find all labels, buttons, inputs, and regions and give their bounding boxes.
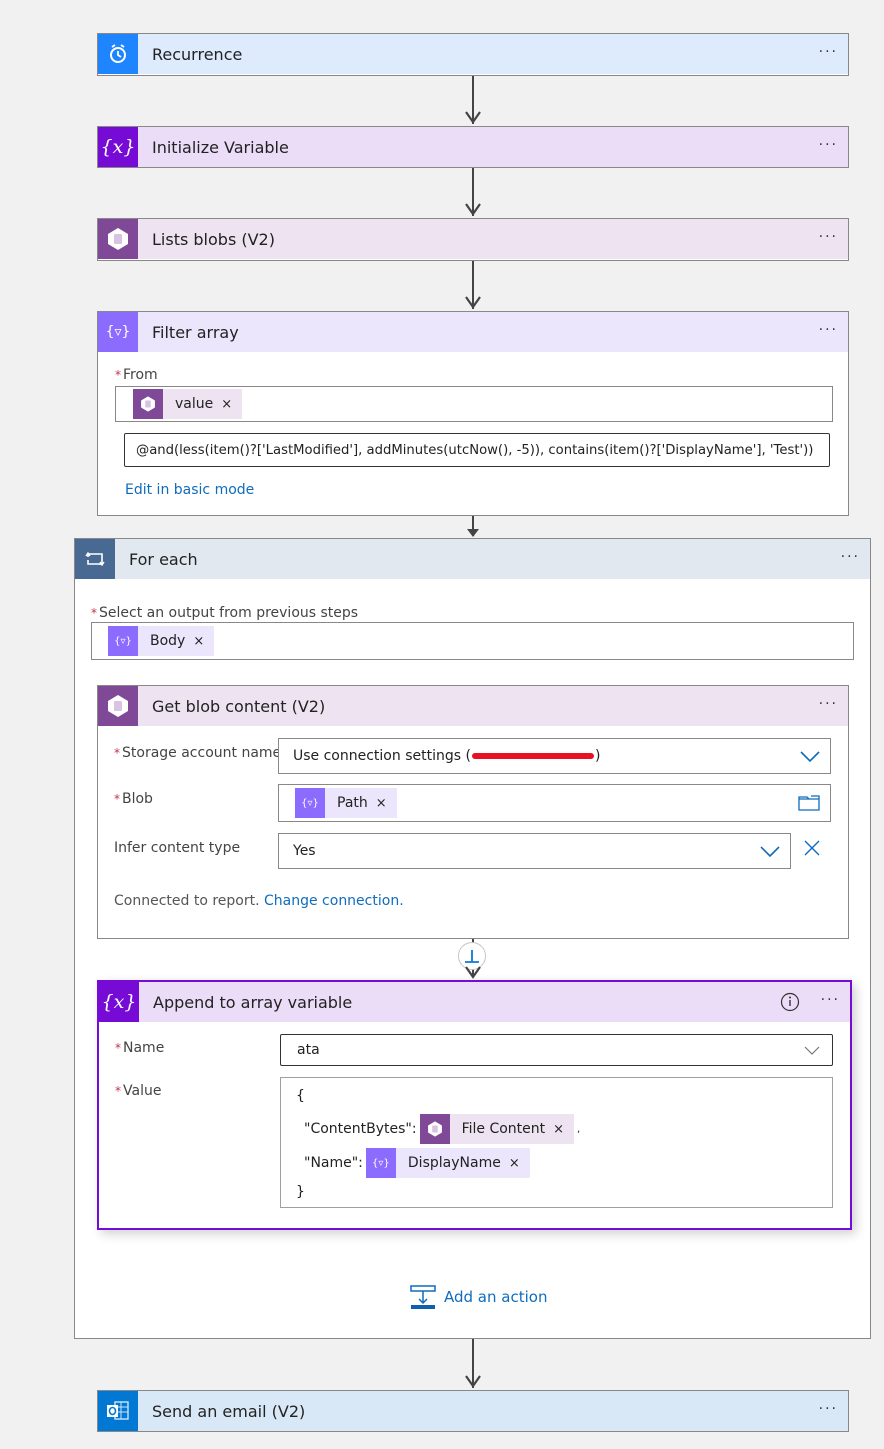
step-append-to-array-variable[interactable]: {x} Append to array variable ··· * Name a… xyxy=(97,980,852,1230)
blob-label: * Blob xyxy=(114,791,153,807)
outlook-icon xyxy=(98,1391,138,1431)
more-options-button[interactable]: ··· xyxy=(819,137,838,153)
more-options-button[interactable]: ··· xyxy=(819,44,838,60)
variable-icon: {x} xyxy=(98,127,138,167)
token-value[interactable]: value × xyxy=(133,389,243,419)
blob-storage-icon xyxy=(419,1114,450,1144)
connected-text: Connected to report. xyxy=(114,893,260,909)
infer-content-type-select[interactable]: Yes xyxy=(278,833,791,869)
name-label: * Name xyxy=(115,1040,165,1056)
add-action-icon xyxy=(410,1285,436,1309)
arrow-down-icon xyxy=(465,111,481,124)
blob-storage-icon xyxy=(98,219,138,259)
clear-icon[interactable] xyxy=(804,840,820,856)
blob-storage-icon xyxy=(133,389,163,419)
folder-icon[interactable] xyxy=(798,795,820,811)
chevron-down-icon[interactable] xyxy=(804,1046,820,1056)
blob-input[interactable]: {▿} Path × xyxy=(278,784,831,822)
loop-icon xyxy=(75,539,115,579)
arrow-down-icon xyxy=(467,529,479,537)
remove-token-button[interactable]: × xyxy=(553,1122,574,1137)
info-icon[interactable] xyxy=(780,992,800,1012)
select-output-input[interactable]: {▿} Body × xyxy=(91,622,854,660)
alarm-clock-icon xyxy=(98,34,138,74)
step-initialize-variable[interactable]: {x} Initialize Variable ··· xyxy=(97,126,849,168)
step-send-email[interactable]: Send an email (V2) ··· xyxy=(97,1390,849,1432)
remove-token-button[interactable]: × xyxy=(376,796,397,811)
change-connection-link[interactable]: Change connection. xyxy=(264,893,404,909)
select-output-label: * Select an output from previous steps xyxy=(91,605,359,621)
step-title: Recurrence xyxy=(152,44,243,64)
storage-account-label: * Storage account name xyxy=(114,745,282,761)
edit-in-basic-mode-link[interactable]: Edit in basic mode xyxy=(125,482,254,498)
token-display-name[interactable]: {▿} DisplayName × xyxy=(365,1148,530,1178)
value-input[interactable]: { "ContentBytes": File Content × , "Name… xyxy=(280,1077,833,1208)
remove-token-button[interactable]: × xyxy=(509,1156,530,1171)
step-recurrence[interactable]: Recurrence ··· xyxy=(97,33,849,76)
more-options-button[interactable]: ··· xyxy=(819,696,838,712)
from-input[interactable]: value × xyxy=(115,386,833,422)
step-filter-array[interactable]: {▿} Filter array ··· * From value × @and(… xyxy=(97,311,849,516)
name-line: "Name": {▿} DisplayName × xyxy=(296,1148,530,1178)
more-options-button[interactable]: ··· xyxy=(819,1401,838,1417)
more-options-button[interactable]: ··· xyxy=(819,229,838,245)
filter-icon: {▿} xyxy=(108,626,138,656)
step-for-each[interactable]: For each ··· * Select an output from prev… xyxy=(74,538,871,1339)
more-options-button[interactable]: ··· xyxy=(821,992,840,1008)
add-an-action-button[interactable]: Add an action xyxy=(409,1284,547,1310)
from-label: * From xyxy=(115,367,158,383)
blob-storage-icon xyxy=(98,686,138,726)
step-title: Filter array xyxy=(152,322,239,342)
remove-token-button[interactable]: × xyxy=(193,634,214,649)
step-title: Lists blobs (V2) xyxy=(152,229,275,249)
step-get-blob-content[interactable]: Get blob content (V2) ··· * Storage accou… xyxy=(97,685,849,939)
content-bytes-line: "ContentBytes": File Content × , xyxy=(296,1114,580,1144)
token-file-content[interactable]: File Content × xyxy=(419,1114,575,1144)
arrow-down-icon xyxy=(465,966,481,979)
step-title: For each xyxy=(129,549,198,569)
step-title: Get blob content (V2) xyxy=(152,696,326,716)
remove-token-button[interactable]: × xyxy=(221,397,242,412)
infer-content-type-label: Infer content type xyxy=(114,840,241,856)
storage-account-select[interactable]: Use connection settings ( ) xyxy=(278,738,831,774)
value-label: * Value xyxy=(115,1083,162,1099)
step-title: Send an email (V2) xyxy=(152,1401,306,1421)
redacted-account-name xyxy=(471,753,594,759)
filter-icon: {▿} xyxy=(365,1148,396,1178)
filter-icon: {▿} xyxy=(295,788,325,818)
arrow-down-icon xyxy=(465,296,481,309)
arrow-down-icon xyxy=(465,203,481,216)
expression-input[interactable]: @and(less(item()?['LastModified'], addMi… xyxy=(124,433,830,467)
variable-icon: {x} xyxy=(99,982,139,1022)
variable-name-select[interactable]: ata xyxy=(280,1034,833,1066)
filter-icon: {▿} xyxy=(98,312,138,352)
step-title: Append to array variable xyxy=(153,992,353,1012)
step-list-blobs[interactable]: Lists blobs (V2) ··· xyxy=(97,218,849,261)
arrow-down-icon xyxy=(465,1375,481,1388)
chevron-down-icon[interactable] xyxy=(760,846,780,858)
chevron-down-icon[interactable] xyxy=(800,751,820,763)
token-body[interactable]: {▿} Body × xyxy=(108,626,215,656)
step-title: Initialize Variable xyxy=(152,137,289,157)
more-options-button[interactable]: ··· xyxy=(819,322,838,338)
token-path[interactable]: {▿} Path × xyxy=(295,788,397,818)
more-options-button[interactable]: ··· xyxy=(841,549,860,565)
